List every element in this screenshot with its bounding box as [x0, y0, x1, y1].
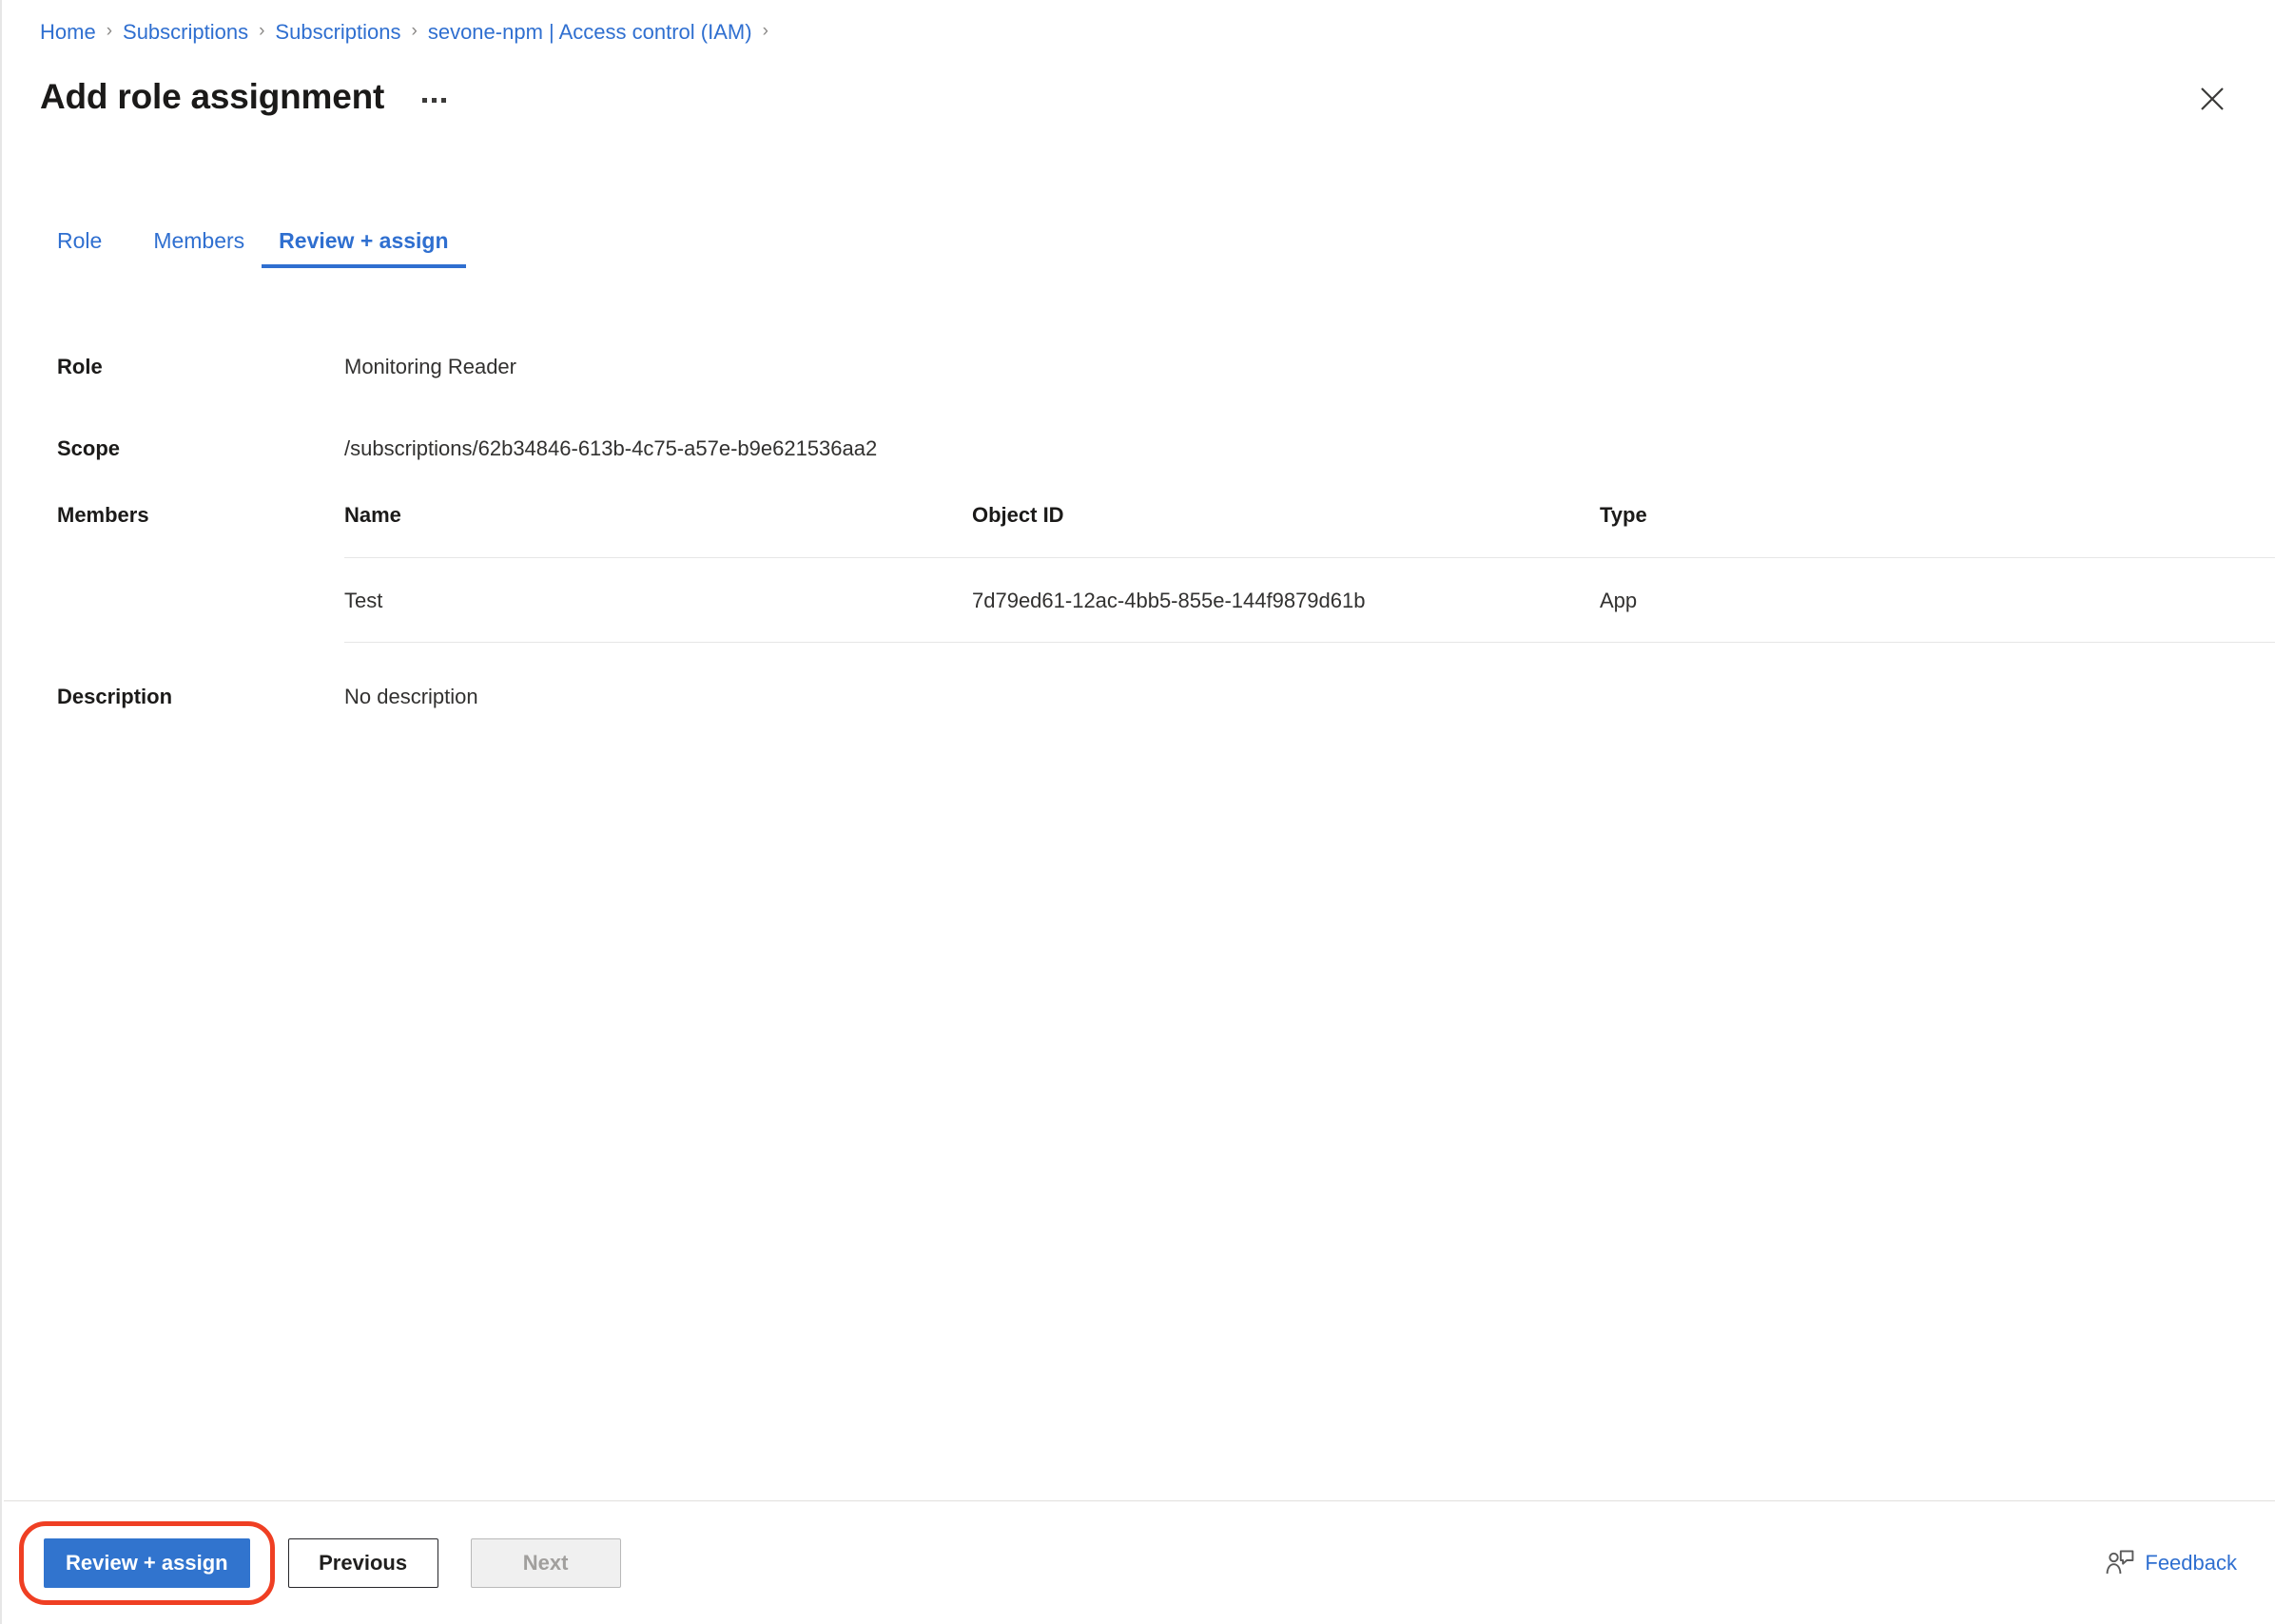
tab-role[interactable]: Role: [57, 226, 119, 268]
cell-object-id: 7d79ed61-12ac-4bb5-855e-144f9879d61b: [972, 557, 1600, 643]
role-value: Monitoring Reader: [344, 355, 516, 378]
breadcrumb-separator-icon: ›: [259, 21, 265, 41]
breadcrumb: Home › Subscriptions › Subscriptions › s…: [40, 19, 779, 46]
cell-name: Test: [344, 557, 972, 643]
members-table: Name Object ID Type Test 7d79ed61-12ac-4…: [344, 501, 2275, 643]
add-role-assignment-blade: Home › Subscriptions › Subscriptions › s…: [0, 0, 2275, 1624]
breadcrumb-separator-icon: ›: [411, 21, 418, 41]
tab-review-assign[interactable]: Review + assign: [262, 226, 466, 268]
members-label: Members: [57, 503, 149, 527]
feedback-person-icon: [2106, 1549, 2134, 1576]
breadcrumb-item-access-control[interactable]: sevone-npm | Access control (IAM): [428, 19, 752, 46]
review-assign-button[interactable]: Review + assign: [44, 1537, 250, 1588]
primary-action-annotation: Review + assign: [19, 1520, 275, 1605]
feedback-link[interactable]: Feedback: [2106, 1549, 2237, 1576]
scope-label: Scope: [57, 436, 121, 460]
wizard-tabs: Role Members Review + assign: [57, 226, 466, 268]
breadcrumb-item-subscriptions-1[interactable]: Subscriptions: [123, 19, 248, 46]
previous-button[interactable]: Previous: [287, 1537, 438, 1588]
breadcrumb-item-subscriptions-2[interactable]: Subscriptions: [275, 19, 400, 46]
tab-members[interactable]: Members: [136, 226, 262, 268]
column-header-type: Type: [1600, 501, 2275, 558]
scope-value: /subscriptions/62b34846-613b-4c75-a57e-b…: [344, 436, 878, 460]
next-button: Next: [470, 1537, 621, 1588]
title-row: Add role assignment: [40, 74, 2237, 120]
table-header-row: Name Object ID Type: [344, 501, 2275, 558]
description-value: No description: [344, 685, 478, 708]
tab-review-assign-label: Review + assign: [279, 228, 449, 253]
description-label: Description: [57, 685, 173, 708]
role-label: Role: [57, 355, 103, 378]
review-content: Role Monitoring Reader Scope /subscripti…: [2, 314, 2275, 1500]
page-title: Add role assignment: [40, 77, 385, 116]
column-header-name: Name: [344, 501, 972, 558]
field-row-members: Members Name Object ID Type Test 7d79ed6…: [57, 501, 2275, 643]
tab-members-label: Members: [153, 228, 245, 253]
ellipsis-icon[interactable]: [413, 81, 455, 119]
close-icon[interactable]: [2189, 76, 2235, 122]
breadcrumb-separator-icon: ›: [106, 21, 113, 41]
footer-action-bar: Review + assign Previous Next Feedback: [4, 1500, 2275, 1624]
ellipsis-dot: [421, 97, 427, 103]
breadcrumb-separator-icon: ›: [762, 21, 768, 41]
tab-role-label: Role: [57, 228, 103, 253]
ellipsis-dot: [431, 97, 437, 103]
table-row: Test 7d79ed61-12ac-4bb5-855e-144f9879d61…: [344, 557, 2275, 643]
field-row-role: Role Monitoring Reader: [57, 353, 2256, 381]
column-header-object-id: Object ID: [972, 501, 1600, 558]
field-row-scope: Scope /subscriptions/62b34846-613b-4c75-…: [57, 435, 2256, 463]
field-row-description: Description No description: [57, 683, 2256, 711]
cell-type: App: [1600, 557, 2275, 643]
breadcrumb-item-home[interactable]: Home: [40, 19, 96, 46]
ellipsis-dot: [440, 97, 446, 103]
feedback-label: Feedback: [2145, 1550, 2237, 1575]
